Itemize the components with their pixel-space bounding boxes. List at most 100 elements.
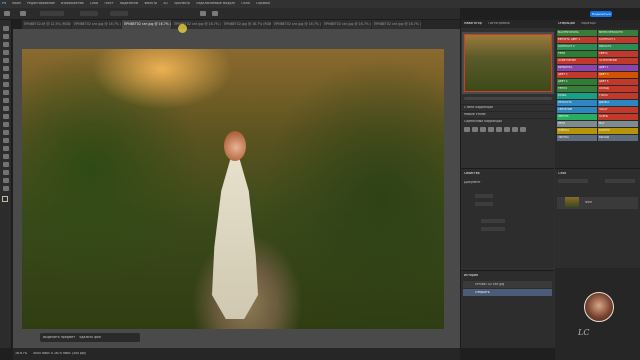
curves-icon[interactable] <box>480 127 486 132</box>
history-item[interactable]: ПРИВЕТ02 сат.jpg <box>463 281 552 288</box>
mode-field[interactable] <box>481 227 505 231</box>
menu-item-view[interactable]: Просмотр <box>174 2 190 5</box>
new-styles-label[interactable]: Новые стили <box>464 113 486 116</box>
mode-dropdown[interactable] <box>40 11 64 16</box>
action-button[interactable]: СВЕЧЕНИЕ <box>557 107 597 113</box>
photo-canvas[interactable] <box>22 49 444 329</box>
single-adjustments-label[interactable]: Одиночные коррекции <box>464 120 502 123</box>
action-button[interactable]: СВЕТА <box>598 51 638 57</box>
brightness-icon[interactable] <box>464 127 470 132</box>
menu-item-window[interactable]: Окно <box>241 2 249 5</box>
action-button[interactable]: МАСТЕР КРОПА <box>557 30 597 36</box>
share-button[interactable]: Поделиться <box>590 11 612 17</box>
brush-tool-icon[interactable] <box>3 90 9 95</box>
vibrance-icon[interactable] <box>496 127 502 132</box>
action-button[interactable]: МЕНЮ РЕЗКОСТИ <box>598 30 638 36</box>
tab-actions[interactable]: Операции <box>558 22 575 26</box>
zoom-readout[interactable]: 16.67% <box>15 352 27 355</box>
menu-item-layers[interactable]: Слои <box>90 2 98 5</box>
eyedropper-tool-icon[interactable] <box>3 74 9 79</box>
action-button[interactable]: МАТ <box>598 121 638 127</box>
action-button[interactable]: ПЛЁНКА <box>557 128 597 134</box>
action-button[interactable]: ЧИСТКА <box>557 135 597 141</box>
opacity-field[interactable] <box>80 11 98 16</box>
action-button[interactable]: КОНТРАСТ 1 <box>598 37 638 43</box>
flow-field[interactable] <box>110 11 128 16</box>
history-brush-icon[interactable] <box>3 106 9 111</box>
path-select-icon[interactable] <box>3 162 9 167</box>
action-button[interactable]: ЦВЕТ 4 <box>557 79 597 85</box>
menu-item-help[interactable]: Справка <box>256 2 270 5</box>
hand-tool-icon[interactable] <box>3 178 9 183</box>
action-button[interactable]: ЦВЕТ 3 <box>598 72 638 78</box>
shape-tool-icon[interactable] <box>3 170 9 175</box>
zoom-tool-icon[interactable] <box>3 186 9 191</box>
quick-select-tool-icon[interactable] <box>3 50 9 55</box>
tab-swatches[interactable]: Образцы <box>581 22 596 26</box>
height-field[interactable] <box>475 202 493 206</box>
action-button[interactable]: ВЫХОД <box>598 135 638 141</box>
airbrush-icon[interactable] <box>200 11 206 16</box>
bw-icon[interactable] <box>520 127 526 132</box>
resolution-field[interactable] <box>481 219 505 223</box>
symmetry-icon[interactable] <box>212 11 218 16</box>
action-button[interactable]: ЦВЕТ 5 <box>598 79 638 85</box>
action-button[interactable]: КОНТРАСТ 2 <box>557 44 597 50</box>
foreground-color-swatch[interactable] <box>2 196 8 202</box>
action-button[interactable]: КОЖА <box>557 93 597 99</box>
navigator-viewport-box[interactable] <box>464 34 552 92</box>
eraser-tool-icon[interactable] <box>3 114 9 119</box>
select-subject-button[interactable]: Выделить предмет <box>43 336 75 339</box>
action-button[interactable]: КОНТУР <box>598 128 638 134</box>
marquee-tool-icon[interactable] <box>3 34 9 39</box>
tab-document[interactable]: ПРИВЕТ02.tif @ 12.5% (RGB/8) <box>22 20 71 29</box>
action-button[interactable]: РЕЗКОСТЬ <box>557 100 597 106</box>
menu-item-3d[interactable]: 3D <box>163 2 167 5</box>
move-tool-icon[interactable] <box>3 26 9 31</box>
stamp-tool-icon[interactable] <box>3 98 9 103</box>
action-button[interactable]: ЦВЕТ 1 <box>598 65 638 71</box>
navigator-zoom-slider[interactable] <box>464 97 552 100</box>
history-item-selected[interactable]: Открыть <box>463 289 552 296</box>
healing-tool-icon[interactable] <box>3 82 9 87</box>
tab-document-active[interactable]: ПРИВЕТ02 сат.jpg @ 16.7% (RGB/8) <box>122 20 171 29</box>
action-button[interactable]: ДЫМКА <box>598 100 638 106</box>
hue-icon[interactable] <box>504 127 510 132</box>
action-button[interactable]: ВИНЬЕТКА <box>557 65 597 71</box>
pen-tool-icon[interactable] <box>3 146 9 151</box>
action-button[interactable]: ЗАТЕМНЕНИЕ <box>598 58 638 64</box>
type-tool-icon[interactable] <box>3 154 9 159</box>
lasso-tool-icon[interactable] <box>3 42 9 47</box>
tab-navigator[interactable]: Навигатор <box>464 22 482 26</box>
opacity-dropdown[interactable] <box>605 179 635 183</box>
action-button[interactable]: ВЕРНУТЬ ЦВЕТ 1 <box>557 37 597 43</box>
action-button[interactable]: ЛЕТО <box>557 121 597 127</box>
blur-tool-icon[interactable] <box>3 130 9 135</box>
tab-document[interactable]: ПРИВЕТ02 сат.jpg @ 16.7% (RGB/8) <box>322 20 371 29</box>
menu-item-filter[interactable]: Фильтр <box>144 2 157 5</box>
color-balance-icon[interactable] <box>512 127 518 132</box>
levels-icon[interactable] <box>472 127 478 132</box>
blend-mode-dropdown[interactable] <box>558 179 588 183</box>
tab-document[interactable]: ПРИВЕТ02 сат.jpg @ 16.7% (RGB/8) <box>72 20 121 29</box>
remove-background-button[interactable]: Удалить фон <box>79 336 101 339</box>
menu-item-text[interactable]: Текст <box>104 2 113 5</box>
menu-item-edit[interactable]: Редактирование <box>27 2 55 5</box>
action-button[interactable]: ГЛАЗА <box>598 93 638 99</box>
menu-item-file[interactable]: Файл <box>12 2 21 5</box>
tab-document[interactable]: ПРИВЕТ02.jpg @ 16.7% (RGB/8) <box>222 20 271 29</box>
tab-document[interactable]: ПРИВЕТ02 сат.jpg @ 16.7% (RGB/8) <box>372 20 421 29</box>
action-button[interactable]: ХОЛОД <box>598 86 638 92</box>
menu-item-select[interactable]: Выделение <box>120 2 139 5</box>
action-button[interactable]: ЗАКАТ <box>598 107 638 113</box>
menu-item-plugins[interactable]: Подключаемые модули <box>196 2 235 5</box>
menu-item-image[interactable]: Изображение <box>61 2 84 5</box>
ps-logo[interactable]: Ps <box>2 2 6 5</box>
action-button[interactable]: ЗЕЛЕНЬ <box>557 114 597 120</box>
action-button[interactable]: ЦВЕТ 2 <box>557 72 597 78</box>
tab-histogram[interactable]: Гистограмма <box>488 22 510 26</box>
action-button[interactable]: ОСВЕТЛЕНИЕ <box>557 58 597 64</box>
adjustment-styles-label[interactable]: Стили коррекции <box>464 106 493 109</box>
crop-tool-icon[interactable] <box>3 58 9 63</box>
tab-document[interactable]: ПРИВЕТ02 сат.jpg @ 16.7% (RGB/8) <box>272 20 321 29</box>
